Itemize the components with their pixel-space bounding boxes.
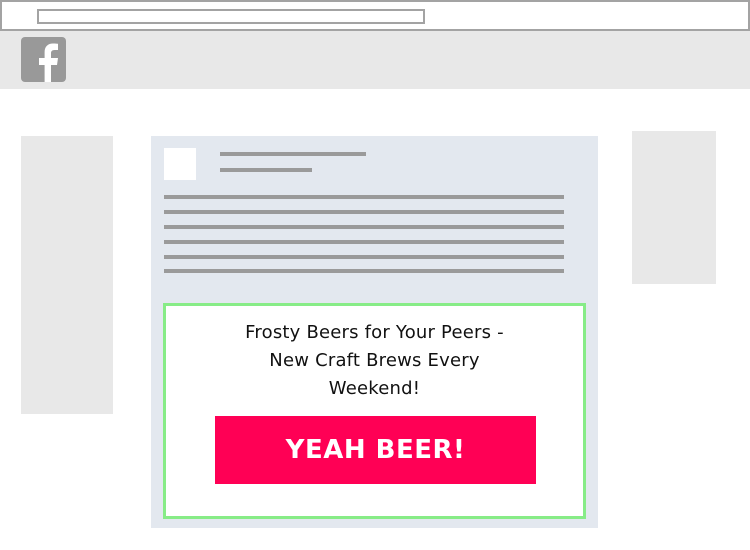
post-text-placeholder: [164, 225, 564, 229]
post-meta-placeholder: [220, 168, 312, 172]
site-header: [0, 31, 750, 89]
right-sidebar-placeholder: [632, 131, 716, 284]
post-text-placeholder: [164, 269, 564, 273]
post-author-placeholder: [220, 152, 366, 156]
browser-window: Frosty Beers for Your Peers - New Craft …: [0, 0, 750, 550]
browser-toolbar: [0, 0, 750, 31]
ad-headline: Frosty Beers for Your Peers - New Craft …: [245, 322, 504, 399]
feed-post: Frosty Beers for Your Peers - New Craft …: [151, 136, 598, 528]
avatar: [164, 148, 196, 180]
address-bar[interactable]: [37, 9, 425, 24]
facebook-icon[interactable]: [21, 37, 66, 82]
left-sidebar-placeholder: [21, 136, 113, 414]
ad-card: Frosty Beers for Your Peers - New Craft …: [163, 303, 586, 519]
post-text-placeholder: [164, 195, 564, 199]
cta-button[interactable]: YEAH BEER!: [215, 416, 536, 484]
post-text-placeholder: [164, 255, 564, 259]
post-text-placeholder: [164, 240, 564, 244]
post-text-placeholder: [164, 210, 564, 214]
